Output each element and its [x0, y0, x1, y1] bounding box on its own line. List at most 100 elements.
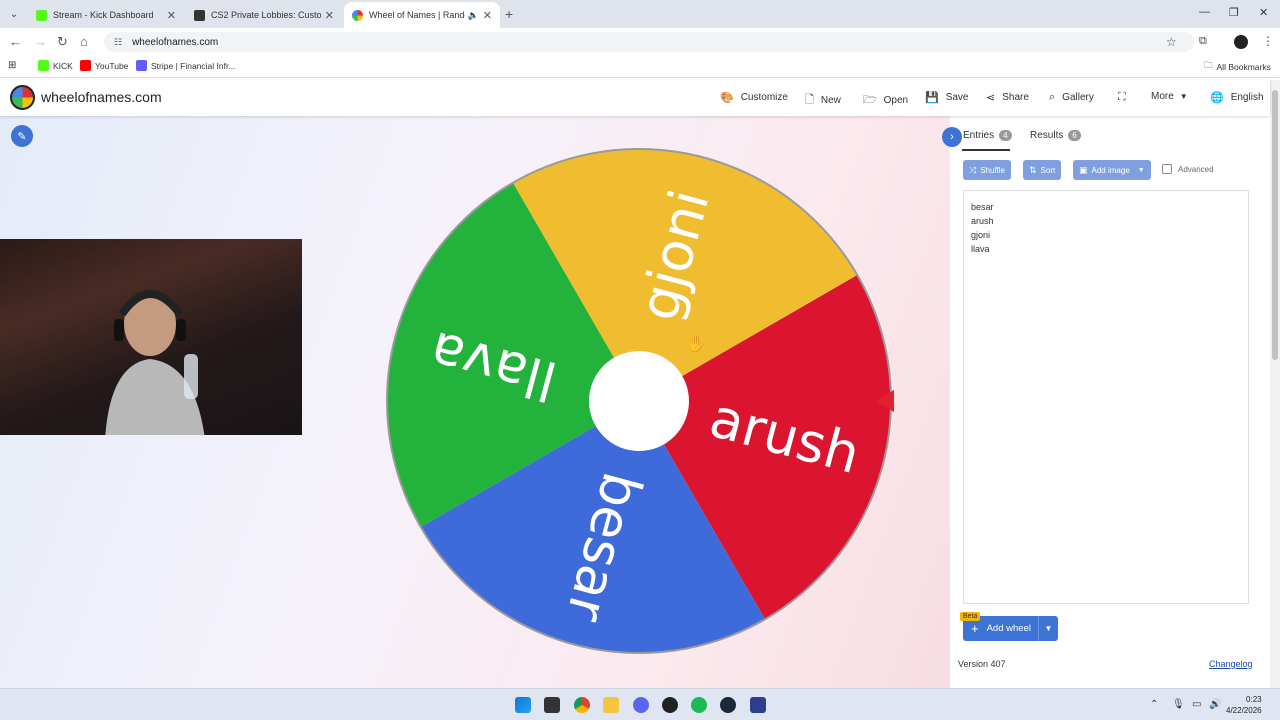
all-bookmarks-folder[interactable]: 🗀 All Bookmarks — [1204, 60, 1271, 74]
minimize-icon[interactable]: — — [1199, 6, 1210, 18]
new-button[interactable]: 🗋 New — [805, 91, 841, 110]
palette-icon: 🎨 — [720, 92, 734, 104]
wheel[interactable]: arush besar llava gjoni — [384, 146, 912, 656]
app-icon[interactable] — [750, 697, 766, 713]
cs2-favicon-icon — [194, 9, 205, 21]
clock-date: 4/22/2026 — [1226, 706, 1262, 715]
shuffle-button[interactable]: ⤨ Shuffle — [963, 160, 1011, 180]
site-name[interactable]: wheelofnames.com — [41, 89, 162, 105]
sort-button[interactable]: ⇅ Sort — [1023, 160, 1062, 180]
customize-button[interactable]: 🎨 Customize — [720, 91, 788, 104]
bookmark-youtube[interactable]: YouTube — [80, 60, 128, 71]
save-button[interactable]: 💾 Save — [925, 91, 969, 104]
open-button[interactable]: 🗁 Open — [863, 91, 908, 110]
close-tab-icon[interactable]: ✕ — [325, 9, 334, 22]
menu-label: Customize — [740, 92, 788, 103]
button-label: Sort — [1040, 165, 1056, 175]
task-view-icon[interactable] — [544, 697, 560, 713]
bookmark-stripe[interactable]: Stripe | Financial Infr... — [136, 60, 235, 71]
hide-panel-chevron-icon[interactable]: › — [942, 127, 962, 147]
wheel-center-button[interactable] — [589, 351, 689, 451]
windows-start-icon[interactable] — [515, 697, 531, 713]
bookmark-star-icon[interactable]: ☆ — [1166, 35, 1177, 49]
menu-label: More — [1151, 91, 1174, 102]
browser-menu-icon[interactable]: ⋮ — [1262, 34, 1274, 48]
caret-down-icon: ▼ — [1179, 92, 1188, 101]
active-tab-indicator — [962, 149, 1010, 151]
address-bar-row: ← → ↻ ⌂ ☷ wheelofnames.com ☆ ⧉ ⋮ — [0, 28, 1280, 56]
sort-icon: ⇅ — [1029, 164, 1037, 175]
browser-tab-cs2[interactable]: CS2 Private Lobbies: Custom M ✕ — [186, 2, 342, 28]
windows-taskbar: ⌃ 🎙 ▭ 🔊 0:23 4/22/2026 — [0, 688, 1280, 720]
url-text: wheelofnames.com — [132, 36, 219, 48]
home-icon[interactable]: ⌂ — [80, 34, 88, 49]
system-clock[interactable]: 0:23 4/22/2026 — [1226, 694, 1262, 716]
scrollbar-thumb[interactable] — [1272, 90, 1278, 360]
bookmark-label: Stripe | Financial Infr... — [151, 60, 236, 71]
obs-icon[interactable] — [662, 697, 678, 713]
changelog-link[interactable]: Changelog — [1209, 659, 1253, 669]
wheel-svg[interactable]: arushbesarllavagjoni — [384, 146, 912, 656]
folder-open-icon: 🗁 — [863, 94, 877, 106]
browser-tab-kick[interactable]: Stream - Kick Dashboard ✕ — [28, 2, 184, 28]
close-tab-icon[interactable]: ✕ — [483, 9, 492, 22]
close-window-icon[interactable]: ✕ — [1259, 6, 1268, 19]
volume-icon[interactable]: 🔊 — [1209, 699, 1221, 710]
tab-entries[interactable]: Entries 4 — [963, 130, 1012, 141]
display-icon[interactable]: ▭ — [1192, 699, 1201, 710]
edit-pencil-icon[interactable]: ✎ — [11, 125, 33, 147]
language-button[interactable]: 🌐 English — [1210, 91, 1264, 104]
tab-search-icon[interactable]: ⌄ — [6, 6, 22, 22]
button-label: Add wheel — [986, 623, 1031, 634]
fullscreen-button[interactable]: ⛶ — [1118, 91, 1133, 104]
entries-textarea[interactable]: besar arush gjoni llava — [963, 190, 1249, 604]
close-tab-icon[interactable]: ✕ — [167, 9, 176, 22]
file-explorer-icon[interactable] — [603, 697, 619, 713]
entry-line: besar — [971, 202, 994, 212]
steam-icon[interactable] — [720, 697, 736, 713]
globe-icon: 🌐 — [1210, 92, 1224, 104]
profile-avatar[interactable] — [1234, 35, 1248, 49]
apps-grid-icon[interactable]: ⊞ — [8, 60, 16, 71]
speaker-icon[interactable]: 🔈 — [468, 10, 479, 21]
advanced-toggle[interactable]: Advanced — [1162, 164, 1214, 174]
extensions-icon[interactable]: ⧉ — [1199, 35, 1207, 48]
microphone-icon[interactable]: 🎙 — [1172, 699, 1185, 710]
search-icon: ⌕ — [1049, 91, 1056, 103]
forward-icon[interactable]: → — [34, 34, 47, 49]
back-icon[interactable]: ← — [9, 34, 22, 49]
url-field[interactable]: ☷ wheelofnames.com — [104, 32, 1194, 52]
all-bookmarks-label: All Bookmarks — [1216, 62, 1271, 72]
new-tab-button[interactable]: + — [505, 6, 513, 22]
add-wheel-dropdown-icon[interactable]: ▼ — [1038, 616, 1058, 641]
tab-results[interactable]: Results 6 — [1030, 130, 1081, 141]
tab-label: Results — [1030, 130, 1064, 141]
bookmarks-bar: ⊞ KICK YouTube Stripe | Financial Infr..… — [0, 56, 1280, 78]
mouse-cursor-icon: ✋ — [686, 336, 706, 353]
wheel-logo-icon[interactable] — [10, 85, 35, 110]
tray-chevron-icon[interactable]: ⌃ — [1150, 699, 1158, 710]
youtube-icon — [80, 60, 91, 71]
version-text: Version 407 — [958, 659, 1006, 669]
restore-icon[interactable]: ❐ — [1229, 6, 1239, 19]
share-button[interactable]: ⋖ Share — [986, 91, 1029, 104]
add-image-button[interactable]: ▣ Add image ▼ — [1073, 160, 1151, 180]
site-info-icon[interactable]: ☷ — [114, 37, 122, 48]
more-button[interactable]: More ▼ — [1151, 91, 1188, 102]
page-scrollbar[interactable] — [1270, 80, 1280, 688]
spotify-icon[interactable] — [691, 697, 707, 713]
kick-icon — [38, 60, 49, 71]
entry-line: gjoni — [971, 230, 991, 240]
discord-icon[interactable] — [633, 697, 649, 713]
chrome-taskbar-icon[interactable] — [574, 697, 590, 713]
button-label: Add image — [1091, 165, 1130, 175]
reload-icon[interactable]: ↻ — [57, 34, 68, 50]
gallery-button[interactable]: ⌕ Gallery — [1049, 91, 1094, 104]
browser-tab-wheel[interactable]: Wheel of Names | Random 🔈 ✕ — [344, 2, 500, 28]
bookmark-kick[interactable]: KICK — [38, 60, 73, 71]
menu-label: Open — [883, 95, 909, 106]
advanced-label: Advanced — [1178, 164, 1214, 174]
advanced-checkbox[interactable] — [1162, 164, 1172, 174]
folder-icon: 🗀 — [1204, 60, 1213, 70]
new-file-icon: 🗋 — [805, 94, 814, 106]
